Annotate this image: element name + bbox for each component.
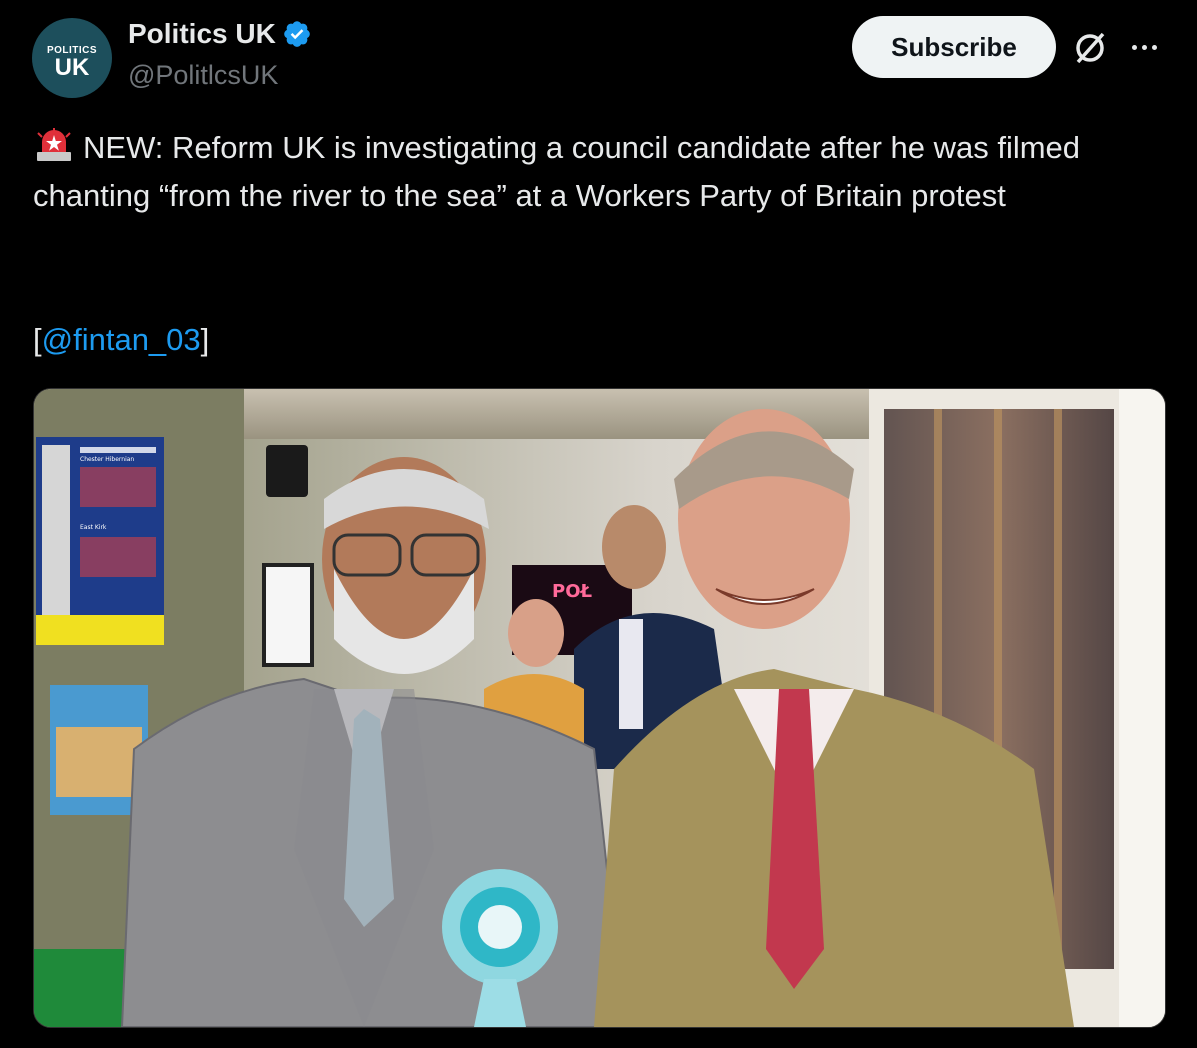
verified-badge-icon — [284, 21, 310, 47]
mention-line: [@fintan_03] — [33, 316, 209, 364]
police-siren-icon — [37, 128, 71, 161]
tv-list-title-1: Chester Hibernian — [80, 456, 134, 463]
account-name-row: Politics UK — [128, 18, 312, 50]
subscribe-button[interactable]: Subscribe — [852, 16, 1056, 78]
mention-link[interactable]: @fintan_03 — [42, 322, 201, 357]
tweet-body: NEW: Reform UK is investigating a counci… — [33, 124, 1163, 220]
sign-text: POŁ — [552, 581, 592, 602]
avatar-main-text: UK — [54, 53, 90, 81]
photo-illustration: Chester Hibernian East Kirk POŁ — [34, 389, 1165, 1027]
account-handle[interactable]: @PolitlcsUK — [128, 60, 278, 91]
more-horizontal-icon[interactable] — [1126, 32, 1162, 62]
tv-list-title-2: East Kirk — [80, 524, 107, 531]
tweet-text: NEW: Reform UK is investigating a counci… — [33, 130, 1089, 213]
mention-prefix: [ — [33, 322, 42, 357]
avatar[interactable]: POLITICS UK — [32, 18, 112, 98]
grok-slash-icon[interactable] — [1070, 28, 1110, 68]
tweet-photo[interactable]: Chester Hibernian East Kirk POŁ — [33, 388, 1166, 1028]
mention-suffix: ] — [200, 322, 210, 357]
account-name[interactable]: Politics UK — [128, 18, 276, 50]
